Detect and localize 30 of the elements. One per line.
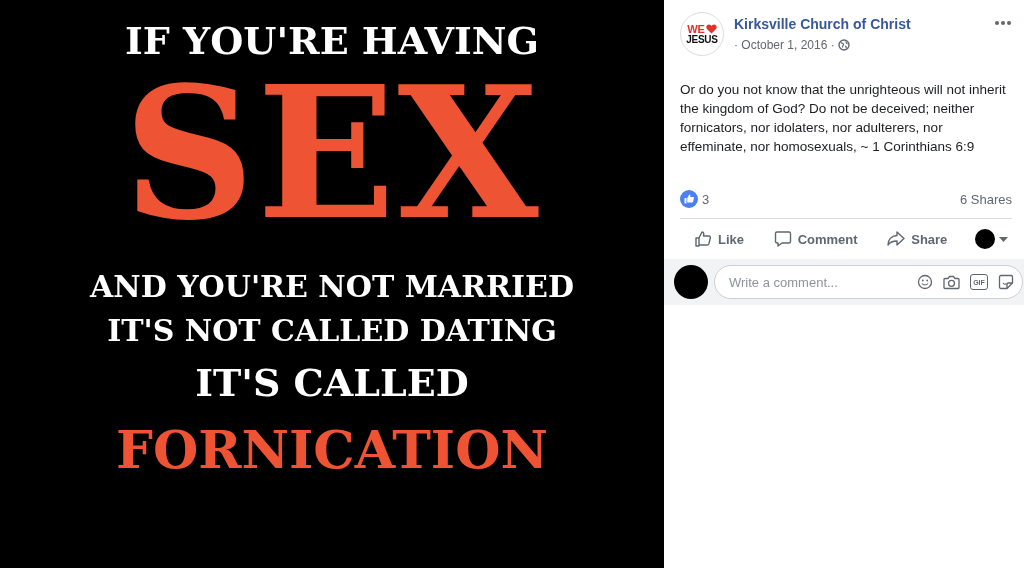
poster-text: SEX — [123, 62, 541, 244]
heart-icon — [705, 24, 717, 34]
share-count[interactable]: 6 Shares — [959, 191, 1012, 207]
logo-text: WE — [687, 23, 705, 35]
page-name-link[interactable]: Kirksville Church of Christ — [734, 16, 984, 32]
comment-button[interactable]: Comment — [771, 226, 860, 252]
smiley-icon[interactable] — [917, 274, 933, 290]
poster-text: IT'S CALLED — [195, 364, 469, 402]
thumbs-up-icon — [694, 230, 712, 248]
post-date[interactable]: · October 1, 2016 · — [734, 38, 835, 52]
poster-text: AND YOU'RE NOT MARRIED — [90, 272, 574, 302]
page-avatar[interactable]: WE JESUS — [680, 12, 724, 56]
share-button[interactable]: Share — [885, 226, 950, 252]
sticker-icon[interactable] — [998, 274, 1014, 290]
poster-text: IF YOU'RE HAVING — [125, 22, 539, 60]
share-arrow-icon — [887, 230, 906, 248]
caret-icon[interactable] — [999, 236, 1008, 242]
more-options-icon[interactable] — [994, 20, 1012, 26]
post-text: Or do you not know that the unrighteous will not inherit the kingdom of God? Do not be deceived; neither fornicators, nor idolaters, nor adulterers, nor effeminate, nor homosexuals, ~ 1 Corinthians 6:9 — [679, 81, 1007, 156]
like-button[interactable]: Like — [692, 226, 746, 252]
poster-text: FORNICATION — [116, 424, 548, 476]
reaction-count[interactable]: 3 — [702, 191, 710, 207]
logo-text: JESUS — [686, 34, 718, 45]
like-reaction-icon[interactable] — [680, 190, 698, 208]
profile-avatar[interactable] — [674, 265, 708, 299]
globe-icon — [837, 39, 850, 51]
poster-text: IT'S NOT CALLED DATING — [107, 316, 557, 346]
camera-icon[interactable] — [943, 274, 960, 290]
speech-bubble-icon — [773, 230, 792, 248]
profile-avatar[interactable] — [975, 229, 995, 249]
